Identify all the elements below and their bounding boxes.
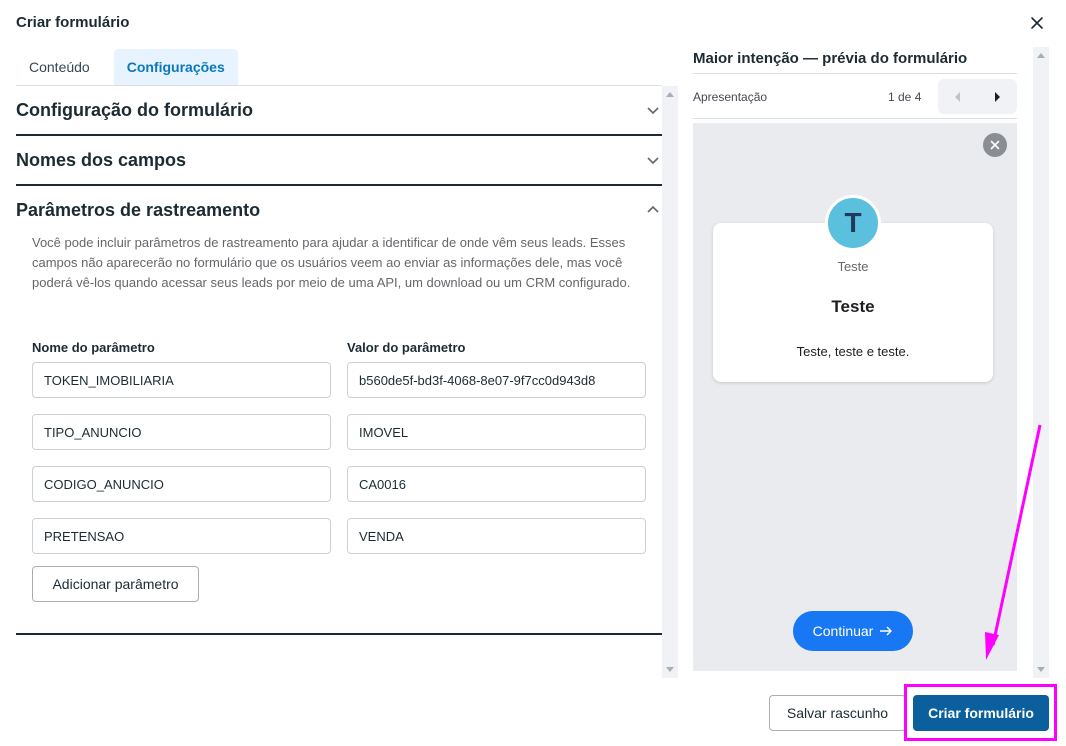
param-value-header: Valor do parâmetro xyxy=(347,340,466,355)
add-parameter-button[interactable]: Adicionar parâmetro xyxy=(32,566,199,602)
close-button[interactable] xyxy=(1026,12,1048,34)
section-form-config[interactable]: Configuração do formulário xyxy=(16,86,662,134)
continue-button[interactable]: Continuar xyxy=(793,611,913,651)
create-form-button[interactable]: Criar formulário xyxy=(913,695,1049,731)
tab-bar: Conteúdo Configurações xyxy=(16,49,238,85)
param-name-input[interactable]: PRETENSAO xyxy=(32,518,331,554)
card-body: Teste, teste e teste. xyxy=(796,344,910,359)
preview-close-button[interactable] xyxy=(983,133,1007,157)
section-tracking-params[interactable]: Parâmetros de rastreamento xyxy=(16,186,662,234)
close-icon xyxy=(990,140,1000,150)
close-icon xyxy=(1031,17,1043,29)
modal-title: Criar formulário xyxy=(16,14,130,31)
page-name: Teste xyxy=(837,259,869,274)
param-value-input[interactable]: b560de5f-bd3f-4068-8e07-9f7cc0d943d8 xyxy=(347,362,646,398)
tracking-description: Você pode incluir parâmetros de rastream… xyxy=(32,235,631,290)
preview-pager xyxy=(938,79,1017,114)
section-field-names[interactable]: Nomes dos campos xyxy=(16,136,662,184)
page-indicator: 1 de 4 xyxy=(888,90,922,104)
scroll-up-icon[interactable] xyxy=(666,92,674,97)
triangle-left-icon xyxy=(954,91,960,102)
next-page-button[interactable] xyxy=(978,79,1018,114)
chevron-down-icon xyxy=(647,157,659,165)
continue-label: Continuar xyxy=(812,623,874,639)
param-name-input[interactable]: CODIGO_ANUNCIO xyxy=(32,466,331,502)
section-title: Configuração do formulário xyxy=(16,99,254,120)
section-divider xyxy=(16,633,662,635)
param-value-input[interactable]: IMOVEL xyxy=(347,414,646,450)
scroll-down-icon[interactable] xyxy=(1037,667,1045,672)
param-name-header: Nome do parâmetro xyxy=(32,340,155,355)
section-title: Parâmetros de rastreamento xyxy=(16,199,261,220)
scroll-up-icon[interactable] xyxy=(1037,53,1045,58)
preview-divider xyxy=(693,118,1017,119)
scroll-down-icon[interactable] xyxy=(666,667,674,672)
section-title: Nomes dos campos xyxy=(16,149,187,170)
card-heading: Teste xyxy=(831,297,875,316)
param-value-input[interactable]: VENDA xyxy=(347,518,646,554)
previous-page-button[interactable] xyxy=(938,79,978,114)
preview-page-label: Apresentação xyxy=(693,90,768,104)
param-name-input[interactable]: TOKEN_IMOBILIARIA xyxy=(32,362,331,398)
settings-panel: Configuração do formulário Nomes dos cam… xyxy=(0,86,662,678)
param-name-input[interactable]: TIPO_ANUNCIO xyxy=(32,414,331,450)
arrow-right-icon xyxy=(880,626,893,636)
chevron-up-icon xyxy=(647,205,659,213)
avatar: T xyxy=(825,195,881,251)
preview-divider xyxy=(693,73,1017,74)
preview-title: Maior intenção — prévia do formulário xyxy=(693,50,968,67)
left-scrollbar[interactable] xyxy=(662,86,678,678)
chevron-down-icon xyxy=(647,107,659,115)
param-value-input[interactable]: CA0016 xyxy=(347,466,646,502)
save-draft-button[interactable]: Salvar rascunho xyxy=(769,695,906,731)
triangle-right-icon xyxy=(995,91,1001,102)
right-scrollbar[interactable] xyxy=(1033,47,1049,678)
tab-conteudo[interactable]: Conteúdo xyxy=(16,49,103,85)
tab-configuracoes[interactable]: Configurações xyxy=(113,49,238,85)
